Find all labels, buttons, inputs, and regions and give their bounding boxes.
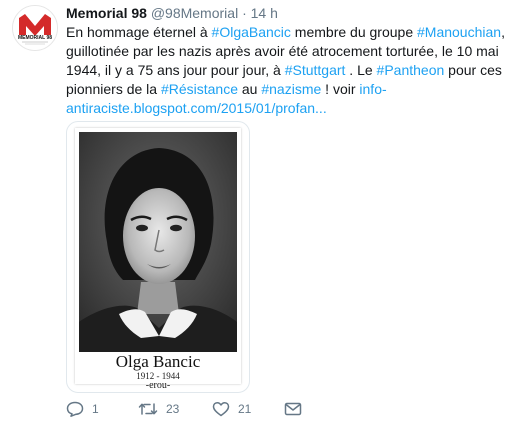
hashtag-nazisme[interactable]: #nazisme <box>261 81 321 97</box>
envelope-icon <box>284 402 302 416</box>
hashtag-pantheon[interactable]: #Pantheon <box>377 62 445 78</box>
retweet-icon <box>138 403 158 415</box>
memorial-98-logo: MEMORIAL 98 <box>13 6 57 50</box>
direct-message-button[interactable] <box>284 401 302 417</box>
separator-dot: · <box>242 5 247 21</box>
media-image[interactable]: Olga Bancic 1912 - 1944 -erou- <box>66 121 250 393</box>
tweet-header: Memorial 98 @98Memorial · 14 h <box>66 4 518 22</box>
hashtag-manouchian[interactable]: #Manouchian <box>417 24 501 40</box>
tweet: MEMORIAL 98 Memorial 98 @98Memorial · 14… <box>0 0 529 427</box>
portrait-caption-subtitle: -erou- <box>145 380 171 391</box>
heart-icon <box>212 401 230 417</box>
hashtag-olgabancic[interactable]: #OlgaBancic <box>212 24 291 40</box>
reply-button[interactable]: 1 <box>66 401 99 417</box>
reply-icon <box>66 401 84 417</box>
text-segment: membre du groupe <box>290 24 417 40</box>
hashtag-stuttgart[interactable]: #Stuttgart <box>285 62 346 78</box>
avatar[interactable]: MEMORIAL 98 <box>12 5 58 51</box>
tweet-text: En hommage éternel à #OlgaBancic membre … <box>66 23 518 118</box>
retweet-button[interactable]: 23 <box>138 401 179 417</box>
tweet-timestamp[interactable]: 14 h <box>251 5 278 21</box>
tweet-body: Memorial 98 @98Memorial · 14 h En hommag… <box>66 4 518 393</box>
like-count: 21 <box>238 402 252 416</box>
tweet-actions: 1 23 21 <box>66 401 506 421</box>
portrait-photo <box>79 132 237 352</box>
portrait-caption-name: Olga Bancic <box>115 352 201 371</box>
text-segment: En hommage éternel à <box>66 24 212 40</box>
retweet-count: 23 <box>166 402 180 416</box>
reply-count: 1 <box>92 402 99 416</box>
author-name[interactable]: Memorial 98 <box>66 5 147 21</box>
author-handle[interactable]: @98Memorial <box>151 5 238 21</box>
portrait-card: Olga Bancic 1912 - 1944 -erou- <box>75 128 241 391</box>
hashtag-resistance[interactable]: #Résistance <box>161 81 238 97</box>
text-segment: ! voir <box>321 81 360 97</box>
svg-text:MEMORIAL 98: MEMORIAL 98 <box>18 35 52 41</box>
like-button[interactable]: 21 <box>212 401 251 417</box>
text-segment: . Le <box>345 62 377 78</box>
text-segment: au <box>238 81 262 97</box>
